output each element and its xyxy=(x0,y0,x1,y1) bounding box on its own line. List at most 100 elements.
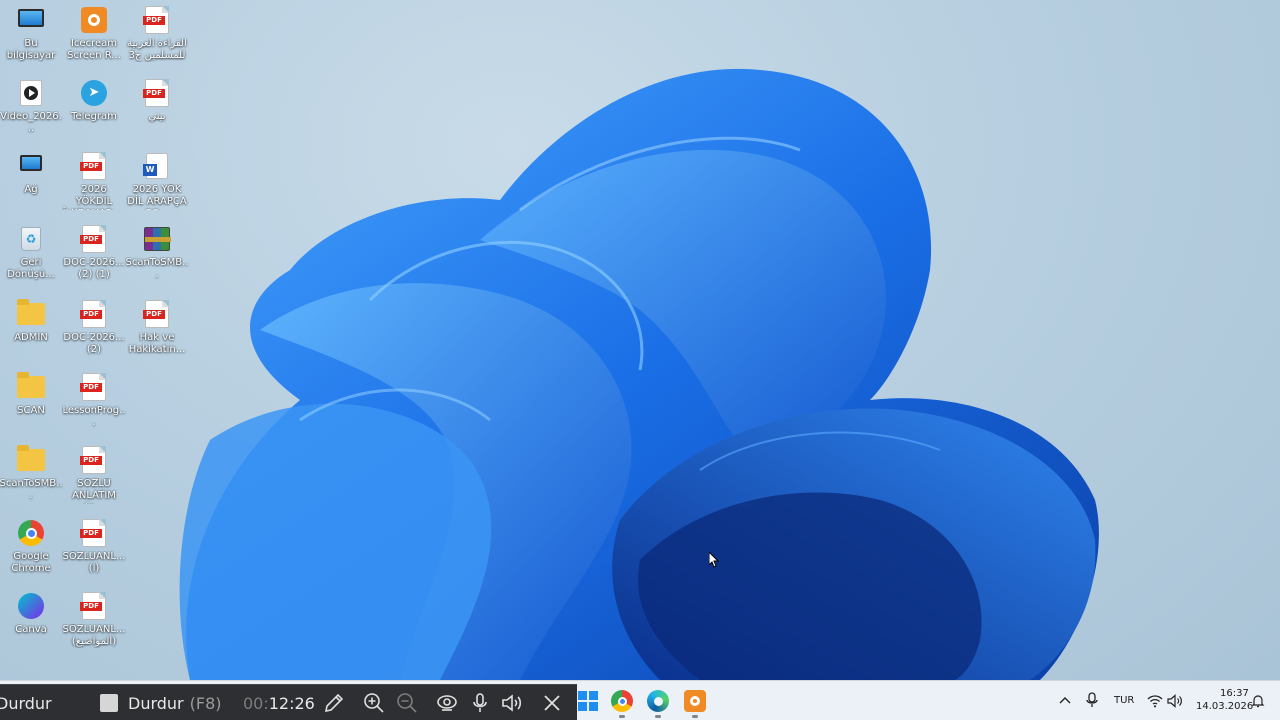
desktop-icon-label: ADMIN xyxy=(14,332,48,343)
desktop-icon-pdf-sozluanl-mawadi[interactable]: PDF SÖZLUANL... (المواضيع) xyxy=(62,588,126,658)
desktop-icon-scantosmb-archive[interactable]: ScanToSMB... xyxy=(125,221,189,291)
desktop-icon-label: Telegram xyxy=(71,111,117,122)
close-icon xyxy=(544,695,560,711)
desktop-icon-label: ScanToSMB... xyxy=(125,257,189,280)
edge-icon xyxy=(647,690,669,712)
desktop-icon-pdf-sozluanl-1[interactable]: PDF SÖZLUANL... (l) xyxy=(62,515,126,585)
edge-running-indicator xyxy=(655,715,661,718)
desktop-icon-recycle-bin[interactable]: ♻ Geri Dönüşü... xyxy=(0,221,63,291)
zoom-out-button[interactable] xyxy=(395,691,419,715)
desktop-icon-telegram[interactable]: ➤ Telegram xyxy=(62,75,126,145)
desktop-icon-label: 2026 YÖK DİL ARAPÇA SO... xyxy=(127,184,187,210)
desktop-icon-label: Video_2026... xyxy=(0,111,62,134)
desktop-icon-label: SCAN xyxy=(17,405,45,416)
desktop-icon-scantosmb-folder[interactable]: ScanToSMB... xyxy=(0,442,63,512)
icecream-recorder-icon xyxy=(684,690,706,712)
computer-icon xyxy=(17,6,45,34)
volume-icon[interactable] xyxy=(1167,693,1183,708)
tray-overflow-chevron-icon[interactable] xyxy=(1058,693,1072,707)
pdf-file-icon: PDF xyxy=(80,152,108,180)
desktop-icon-label: SÖZLÜ ANLATIM (o... xyxy=(72,478,116,504)
wifi-icon[interactable] xyxy=(1147,693,1163,708)
pdf-file-icon: PDF xyxy=(80,592,108,620)
desktop-icon-video[interactable]: Video_2026... xyxy=(0,75,63,145)
pdf-file-icon: PDF xyxy=(80,373,108,401)
zoom-in-icon xyxy=(364,693,384,713)
desktop-icon-pdf-hak-ve-hakikatin[interactable]: PDF Hak ve Hakikatin... xyxy=(125,296,189,366)
desktop-icon-label: Bu bilgisayar xyxy=(6,38,56,61)
pencil-icon xyxy=(324,693,344,713)
microphone-toggle-button[interactable] xyxy=(468,691,492,715)
desktop-icon-pdf-doc-2[interactable]: PDF DOC-2026... (2) xyxy=(62,296,126,366)
desktop-icon-network[interactable]: Ağ xyxy=(0,148,63,218)
zoom-out-icon xyxy=(397,693,417,713)
draw-pencil-button[interactable] xyxy=(322,691,346,715)
close-recorder-button[interactable] xyxy=(540,691,564,715)
pdf-file-icon: PDF xyxy=(80,446,108,474)
desktop-icon-label: بيني xyxy=(148,111,166,122)
desktop-icon-label: Canva xyxy=(15,624,47,635)
desktop-icon-word-yokdil-arapca[interactable]: W 2026 YÖK DİL ARAPÇA SO... xyxy=(125,148,189,218)
desktop-icon-pdf-doc-2-1[interactable]: PDF DOC-2026... (2) (1) xyxy=(62,221,126,291)
desktop-icon-pdf-lessonprog[interactable]: PDF LessonProg... xyxy=(62,369,126,439)
desktop-icon-pdf-bayni[interactable]: PDF بيني xyxy=(125,75,189,145)
desktop-icon-this-pc[interactable]: Bu bilgisayar xyxy=(0,2,63,72)
pdf-file-icon: PDF xyxy=(143,6,171,34)
webcam-toggle-button[interactable] xyxy=(435,691,459,715)
taskbar-icecream-recorder[interactable] xyxy=(683,689,707,713)
recording-timer: 00: 12:26 xyxy=(243,693,315,713)
desktop-icon-label: ScanToSMB... xyxy=(0,478,63,501)
stop-recording-button[interactable]: Durdur xyxy=(0,693,52,713)
recycle-bin-icon: ♻ xyxy=(17,225,45,253)
microphone-icon[interactable] xyxy=(1085,692,1099,708)
pdf-file-icon: PDF xyxy=(80,519,108,547)
desktop-icon-label: Google Chrome xyxy=(11,551,51,574)
desktop-icon-label: DOC-2026... (2) (1) xyxy=(63,257,125,280)
desktop-icon-pdf-sozlu-anlatim[interactable]: PDF SÖZLÜ ANLATIM (o... xyxy=(62,442,126,512)
system-sound-toggle-button[interactable] xyxy=(500,691,524,715)
desktop-icon-label: Geri Dönüşü... xyxy=(7,257,55,280)
folder-icon xyxy=(17,372,45,401)
icecream-running-indicator xyxy=(692,715,698,718)
screen-recorder-toolbar: Durdur Durdur (F8) 00: 12:26 xyxy=(0,684,577,720)
desktop-icon-label: Ağ xyxy=(24,184,38,195)
taskbar-edge[interactable] xyxy=(646,689,670,713)
telegram-icon: ➤ xyxy=(80,79,108,107)
pause-recording-button[interactable]: Durdur (F8) xyxy=(100,693,222,713)
zoom-in-button[interactable] xyxy=(362,691,386,715)
video-file-icon xyxy=(17,79,45,107)
webcam-icon xyxy=(437,695,457,711)
desktop-icon-google-chrome[interactable]: Google Chrome xyxy=(0,515,63,585)
pause-hotkey: (F8) xyxy=(189,693,222,713)
speaker-icon xyxy=(502,694,522,712)
notification-bell-icon[interactable] xyxy=(1251,693,1265,708)
pdf-file-icon: PDF xyxy=(143,300,171,328)
desktop-icon-pdf-arabic-reading[interactable]: PDF القراءة العربية للمسلمين ج3 xyxy=(125,2,189,72)
start-button[interactable] xyxy=(576,689,600,713)
desktop-icon-canva[interactable]: Canva xyxy=(0,588,63,658)
clock-date[interactable]: 14.03.2026 xyxy=(1196,701,1253,712)
pdf-file-icon: PDF xyxy=(80,225,108,253)
desktop-icon-scan-folder[interactable]: SCAN xyxy=(0,369,63,439)
desktop-icon-pdf-yokdil[interactable]: PDF 2026 YÖKDİL İLKBAHAR ... xyxy=(62,148,126,218)
pause-label: Durdur xyxy=(128,693,184,713)
input-language-indicator[interactable]: TUR xyxy=(1114,695,1134,706)
mouse-cursor-icon xyxy=(709,552,719,568)
desktop-icon-label: 2026 YÖKDİL İLKBAHAR ... xyxy=(63,184,126,210)
chrome-icon xyxy=(611,690,633,712)
timer-hours: 00: xyxy=(243,693,269,713)
desktop-icon-label: DOC-2026... (2) xyxy=(63,332,125,355)
network-icon xyxy=(17,152,45,180)
desktop-icon-label: LessonProg... xyxy=(62,405,126,428)
pdf-file-icon: PDF xyxy=(80,300,108,328)
desktop-icon-admin-folder[interactable]: ADMIN xyxy=(0,296,63,366)
chrome-icon xyxy=(17,519,45,547)
desktop-icon-icecream-recorder[interactable]: Icecream Screen R... xyxy=(62,2,126,72)
clock-time[interactable]: 16:37 xyxy=(1220,688,1249,699)
desktop-icon-label: Icecream Screen R... xyxy=(67,38,121,61)
taskbar-chrome[interactable] xyxy=(610,689,634,713)
pdf-file-icon: PDF xyxy=(143,79,171,107)
timer-minutes-seconds: 12:26 xyxy=(268,693,315,713)
chrome-running-indicator xyxy=(619,715,625,718)
desktop-icon-label: Hak ve Hakikatin... xyxy=(128,332,186,355)
